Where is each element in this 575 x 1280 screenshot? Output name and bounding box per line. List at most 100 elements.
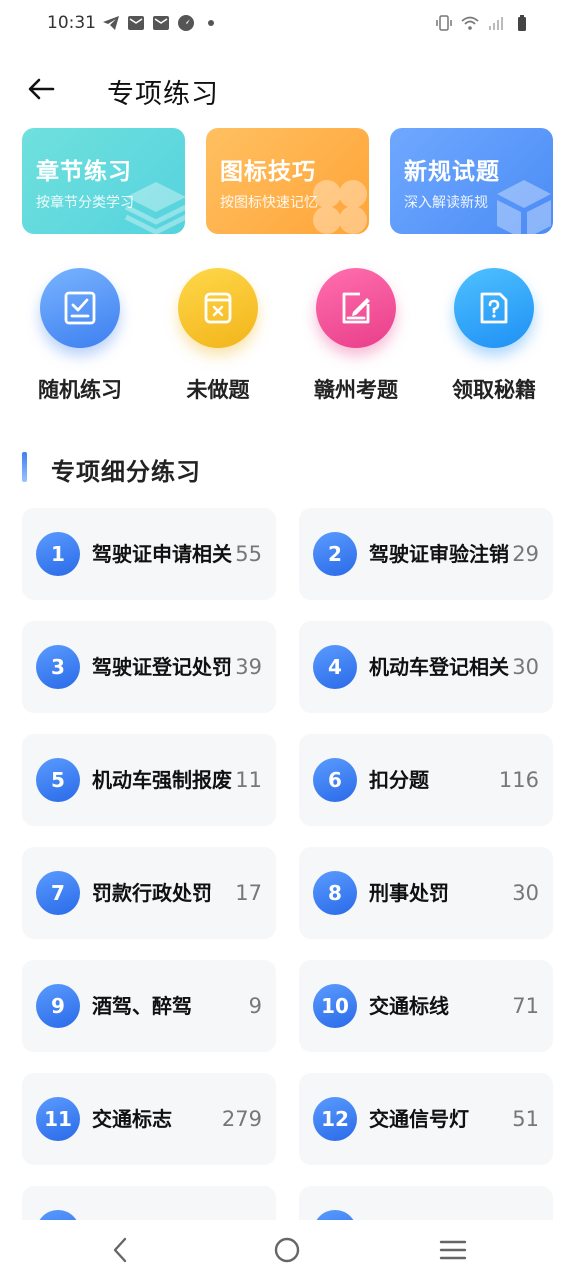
nav-menu-button[interactable] bbox=[433, 1232, 473, 1268]
item-number-badge: 2 bbox=[313, 532, 357, 576]
item-number-badge: 12 bbox=[313, 1097, 357, 1141]
item-number-badge: 6 bbox=[313, 758, 357, 802]
item-count: 55 bbox=[235, 542, 262, 566]
card-title: 图标技巧 bbox=[220, 159, 316, 185]
back-button[interactable] bbox=[22, 70, 60, 108]
list-item[interactable]: 6 扣分题 116 bbox=[299, 734, 553, 826]
item-label: 驾驶证审验注销 bbox=[369, 541, 509, 566]
quick-action-label: 随机练习 bbox=[38, 378, 122, 402]
item-label: 扣分题 bbox=[369, 767, 429, 792]
item-number-badge: 11 bbox=[36, 1097, 80, 1141]
item-label: 驾驶证登记处罚 bbox=[92, 654, 232, 679]
item-label bbox=[369, 1186, 509, 1220]
new-rules-card[interactable]: 新规试题 深入解读新规 bbox=[390, 128, 553, 234]
card-subtitle: 深入解读新规 bbox=[404, 195, 488, 211]
item-count: 51 bbox=[512, 1107, 539, 1131]
item-count: 30 bbox=[512, 655, 539, 679]
category-cards: 章节练习 按章节分类学习 图标技巧 按图标快速记忆 新规试题 深入解读新规 bbox=[22, 128, 553, 234]
card-subtitle: 按图标快速记忆 bbox=[220, 195, 318, 211]
list-item[interactable]: 8 刑事处罚 30 bbox=[299, 847, 553, 939]
list-item[interactable]: 4 机动车登记相关 30 bbox=[299, 621, 553, 713]
status-time: 10:31 bbox=[47, 13, 96, 33]
item-label: 罚款行政处罚 bbox=[92, 880, 212, 905]
section-accent-bar bbox=[22, 452, 27, 482]
item-label: 驾驶证申请相关 bbox=[92, 541, 232, 566]
list-item[interactable]: 3 驾驶证登记处罚 39 bbox=[22, 621, 276, 713]
list-item[interactable]: 7 罚款行政处罚 17 bbox=[22, 847, 276, 939]
clover-icon bbox=[313, 180, 367, 234]
list-item[interactable]: 13 bbox=[22, 1186, 276, 1220]
item-label: 机动车登记相关 bbox=[369, 654, 509, 679]
system-navigation-bar bbox=[0, 1220, 575, 1280]
mail-icon bbox=[153, 16, 169, 30]
item-count: 71 bbox=[512, 994, 539, 1018]
get-secrets-button[interactable]: 领取秘籍 bbox=[434, 268, 554, 404]
icon-tips-card[interactable]: 图标技巧 按图标快速记忆 bbox=[206, 128, 369, 234]
list-item[interactable]: 9 酒驾、醉驾 9 bbox=[22, 960, 276, 1052]
ganzhou-exam-button[interactable]: 赣州考题 bbox=[296, 268, 416, 404]
telegram-icon bbox=[103, 16, 119, 30]
item-number-badge: 7 bbox=[36, 871, 80, 915]
list-item[interactable]: 14 bbox=[299, 1186, 553, 1220]
cancel-doc-icon bbox=[178, 268, 258, 348]
checklist-icon bbox=[40, 268, 120, 348]
list-item[interactable]: 1 驾驶证申请相关 55 bbox=[22, 508, 276, 600]
item-label: 交通标志 bbox=[92, 1106, 172, 1131]
item-label: 交通信号灯 bbox=[369, 1106, 469, 1131]
quick-actions: 随机练习 未做题 赣州考题 领取秘籍 bbox=[0, 268, 575, 408]
random-practice-button[interactable]: 随机练习 bbox=[20, 268, 140, 404]
section-title: 专项细分练习 bbox=[51, 458, 201, 486]
system-icons bbox=[435, 14, 531, 32]
item-count: 11 bbox=[235, 768, 262, 792]
item-number-badge: 5 bbox=[36, 758, 80, 802]
item-count: 9 bbox=[248, 994, 262, 1018]
item-label: 机动车强制报废 bbox=[92, 767, 232, 792]
mail-icon bbox=[128, 16, 144, 30]
item-number-badge: 14 bbox=[313, 1210, 357, 1220]
vibrate-icon bbox=[436, 15, 452, 31]
card-title: 章节练习 bbox=[36, 159, 132, 185]
item-count: 116 bbox=[498, 768, 539, 792]
item-count: 279 bbox=[221, 1107, 262, 1131]
item-label: 交通标线 bbox=[369, 993, 449, 1018]
item-number-badge: 10 bbox=[313, 984, 357, 1028]
battery-icon bbox=[518, 15, 526, 31]
item-count: 17 bbox=[235, 881, 262, 905]
nav-home-button[interactable] bbox=[267, 1232, 307, 1268]
item-label: 刑事处罚 bbox=[369, 880, 449, 905]
item-number-badge: 1 bbox=[36, 532, 80, 576]
list-item[interactable]: 2 驾驶证审验注销 29 bbox=[299, 508, 553, 600]
chapter-practice-card[interactable]: 章节练习 按章节分类学习 bbox=[22, 128, 185, 234]
notification-icons bbox=[102, 14, 220, 32]
signal-icon bbox=[489, 17, 503, 30]
item-number-badge: 8 bbox=[313, 871, 357, 915]
item-label bbox=[92, 1186, 232, 1220]
item-count: 30 bbox=[512, 881, 539, 905]
item-number-badge: 9 bbox=[36, 984, 80, 1028]
arrow-left-icon bbox=[28, 78, 55, 100]
quick-action-label: 赣州考题 bbox=[314, 378, 398, 402]
card-title: 新规试题 bbox=[404, 159, 500, 185]
wifi-icon bbox=[461, 16, 479, 30]
question-doc-icon bbox=[454, 268, 534, 348]
page-title: 专项练习 bbox=[107, 79, 219, 110]
quick-action-label: 未做题 bbox=[186, 378, 250, 402]
list-item[interactable]: 11 交通标志 279 bbox=[22, 1073, 276, 1165]
back-icon bbox=[113, 1237, 127, 1263]
card-subtitle: 按章节分类学习 bbox=[36, 195, 134, 211]
edit-doc-icon bbox=[316, 268, 396, 348]
list-item[interactable]: 12 交通信号灯 51 bbox=[299, 1073, 553, 1165]
nav-back-button[interactable] bbox=[101, 1232, 141, 1268]
menu-icon bbox=[439, 1240, 467, 1260]
box-icon bbox=[497, 180, 551, 234]
list-item[interactable]: 5 机动车强制报废 11 bbox=[22, 734, 276, 826]
home-icon bbox=[274, 1237, 300, 1263]
undone-questions-button[interactable]: 未做题 bbox=[158, 268, 278, 404]
item-label: 酒驾、醉驾 bbox=[92, 993, 192, 1018]
item-number-badge: 4 bbox=[313, 645, 357, 689]
dot-icon bbox=[208, 20, 214, 26]
item-count: 29 bbox=[512, 542, 539, 566]
list-item[interactable]: 10 交通标线 71 bbox=[299, 960, 553, 1052]
item-count: 39 bbox=[235, 655, 262, 679]
compass-icon bbox=[178, 15, 194, 31]
